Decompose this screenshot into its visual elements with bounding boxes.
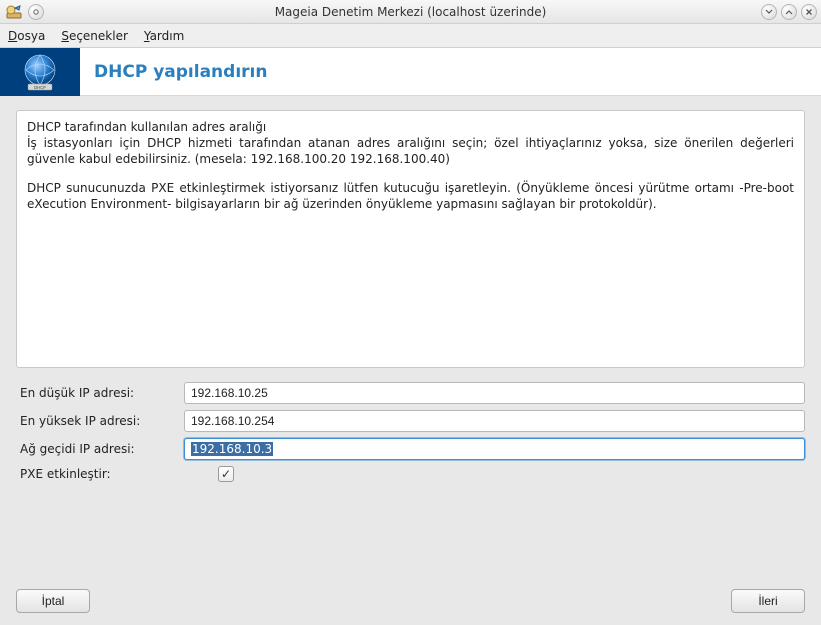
checkbox-pxe[interactable]: ✓	[218, 466, 234, 482]
menu-dosya[interactable]: Dosya	[8, 29, 45, 43]
input-lowest-ip[interactable]	[184, 382, 805, 404]
label-pxe: PXE etkinleştir:	[16, 467, 184, 481]
header-banner: DHCP DHCP yapılandırın	[0, 48, 821, 96]
maximize-button[interactable]	[781, 4, 797, 20]
input-highest-ip[interactable]	[184, 410, 805, 432]
form-area: En düşük IP adresi: En yüksek IP adresi:…	[16, 382, 805, 488]
desc-line2: İş istasyonları için DHCP hizmeti tarafı…	[27, 136, 794, 166]
dhcp-logo: DHCP	[0, 48, 80, 96]
menu-yardim[interactable]: Yardım	[144, 29, 184, 43]
window-titlebar: Mageia Denetim Merkezi (localhost üzerin…	[0, 0, 821, 24]
label-lowest-ip: En düşük IP adresi:	[16, 386, 184, 400]
input-gateway-ip[interactable]: 192.168.10.3	[184, 438, 805, 460]
content-area: DHCP tarafından kullanılan adres aralığı…	[0, 96, 821, 625]
minimize-button[interactable]	[761, 4, 777, 20]
cancel-button[interactable]: İptal	[16, 589, 90, 613]
window-menu-button[interactable]	[28, 4, 44, 20]
svg-text:DHCP: DHCP	[34, 84, 46, 89]
desc-line1: DHCP tarafından kullanılan adres aralığı	[27, 120, 266, 134]
next-button[interactable]: İleri	[731, 589, 805, 613]
row-pxe: PXE etkinleştir: ✓	[16, 466, 805, 482]
row-gateway-ip: Ağ geçidi IP adresi: 192.168.10.3	[16, 438, 805, 460]
close-button[interactable]	[801, 4, 817, 20]
description-box: DHCP tarafından kullanılan adres aralığı…	[16, 110, 805, 368]
menubar: Dosya Seçenekler Yardım	[0, 24, 821, 48]
app-icon	[6, 4, 22, 20]
desc-para2: DHCP sunucunuzda PXE etkinleştirmek isti…	[27, 180, 794, 212]
page-title: DHCP yapılandırın	[94, 62, 267, 82]
label-highest-ip: En yüksek IP adresi:	[16, 414, 184, 428]
menu-secenekler[interactable]: Seçenekler	[61, 29, 128, 43]
row-lowest-ip: En düşük IP adresi:	[16, 382, 805, 404]
button-bar: İptal İleri	[16, 581, 805, 613]
window-title: Mageia Denetim Merkezi (localhost üzerin…	[275, 5, 547, 19]
row-highest-ip: En yüksek IP adresi:	[16, 410, 805, 432]
label-gateway-ip: Ağ geçidi IP adresi:	[16, 442, 184, 456]
